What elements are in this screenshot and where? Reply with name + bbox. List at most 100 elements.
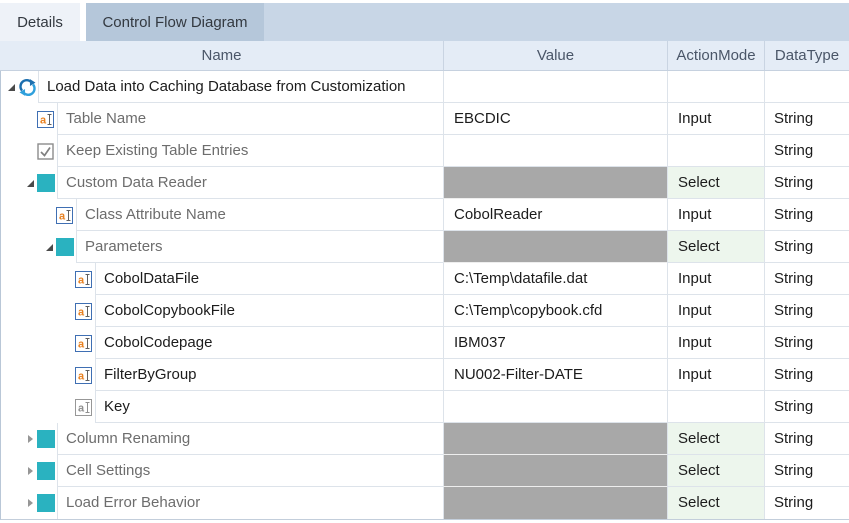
value-cell[interactable] bbox=[443, 167, 667, 199]
actionmode-cell[interactable] bbox=[667, 135, 764, 167]
value-cell[interactable]: CobolReader bbox=[443, 199, 667, 231]
indent bbox=[1, 231, 43, 263]
svg-text:a: a bbox=[78, 306, 85, 318]
table-row: a FilterByGroup NU002-Filter-DATE Input … bbox=[1, 359, 849, 391]
table-row: Load Error Behavior Select String bbox=[1, 487, 849, 519]
indent bbox=[1, 103, 24, 135]
table-row: Parameters Select String bbox=[1, 231, 849, 263]
name-cell[interactable]: a CobolCodepage bbox=[1, 327, 443, 359]
text-field-icon: a bbox=[56, 199, 76, 231]
actionmode-cell[interactable]: Input bbox=[667, 103, 764, 135]
actionmode-cell[interactable]: Input bbox=[667, 359, 764, 391]
value-cell[interactable]: EBCDIC bbox=[443, 103, 667, 135]
value-cell[interactable]: IBM037 bbox=[443, 327, 667, 359]
value-cell[interactable]: C:\Temp\datafile.dat bbox=[443, 263, 667, 295]
row-name: CobolCodepage bbox=[95, 327, 443, 359]
expander-placeholder bbox=[62, 295, 75, 327]
expander-expanded-icon[interactable] bbox=[24, 167, 37, 199]
indent bbox=[1, 359, 62, 391]
actionmode-cell[interactable]: Input bbox=[667, 327, 764, 359]
value-cell[interactable] bbox=[443, 487, 667, 519]
value-cell[interactable] bbox=[443, 455, 667, 487]
tab-label: Control Flow Diagram bbox=[102, 14, 247, 31]
svg-text:a: a bbox=[78, 338, 85, 350]
tab-details[interactable]: Details bbox=[0, 3, 80, 41]
indent bbox=[1, 135, 24, 167]
datatype-cell: String bbox=[764, 231, 849, 263]
expander-placeholder bbox=[62, 391, 75, 423]
actionmode-cell[interactable]: Select bbox=[667, 487, 764, 519]
actionmode-cell[interactable]: Select bbox=[667, 423, 764, 455]
column-header-value[interactable]: Value bbox=[443, 41, 667, 70]
svg-text:a: a bbox=[59, 210, 66, 222]
name-cell[interactable]: a Table Name bbox=[1, 103, 443, 135]
text-field-icon: a bbox=[75, 327, 95, 359]
expander-collapsed-icon[interactable] bbox=[24, 487, 37, 519]
name-cell[interactable]: a Key bbox=[1, 391, 443, 423]
expander-collapsed-icon[interactable] bbox=[24, 423, 37, 455]
name-cell[interactable]: Parameters bbox=[1, 231, 443, 263]
expander-placeholder bbox=[62, 327, 75, 359]
actionmode-cell[interactable]: Select bbox=[667, 231, 764, 263]
value-cell[interactable] bbox=[443, 135, 667, 167]
actionmode-cell[interactable]: Input bbox=[667, 263, 764, 295]
column-header-datatype[interactable]: DataType bbox=[764, 41, 849, 70]
actionmode-cell[interactable]: Select bbox=[667, 167, 764, 199]
actionmode-cell[interactable] bbox=[667, 71, 764, 103]
name-cell[interactable]: Keep Existing Table Entries bbox=[1, 135, 443, 167]
expander-expanded-icon[interactable] bbox=[5, 71, 18, 103]
datatype-cell: String bbox=[764, 167, 849, 199]
indent bbox=[1, 391, 62, 423]
expander-expanded-icon[interactable] bbox=[43, 231, 56, 263]
row-name: Keep Existing Table Entries bbox=[57, 135, 443, 167]
table-row: Cell Settings Select String bbox=[1, 455, 849, 487]
name-cell[interactable]: Load Error Behavior bbox=[1, 487, 443, 519]
name-cell[interactable]: a Class Attribute Name bbox=[1, 199, 443, 231]
actionmode-cell[interactable] bbox=[667, 391, 764, 423]
row-name: Cell Settings bbox=[57, 455, 443, 487]
column-header-actionmode[interactable]: ActionMode bbox=[667, 41, 764, 70]
svg-text:a: a bbox=[40, 114, 47, 126]
indent bbox=[1, 487, 24, 519]
refresh-icon bbox=[18, 71, 38, 103]
datatype-cell: String bbox=[764, 423, 849, 455]
table-row: a CobolDataFile C:\Temp\datafile.dat Inp… bbox=[1, 263, 849, 295]
actionmode-cell[interactable]: Select bbox=[667, 455, 764, 487]
datatype-cell: String bbox=[764, 103, 849, 135]
expander-placeholder bbox=[43, 199, 56, 231]
expander-collapsed-icon[interactable] bbox=[24, 455, 37, 487]
table-row: a Class Attribute Name CobolReader Input… bbox=[1, 199, 849, 231]
value-cell[interactable] bbox=[443, 423, 667, 455]
actionmode-cell[interactable]: Input bbox=[667, 295, 764, 327]
group-square-icon bbox=[37, 167, 57, 199]
row-name: CobolCopybookFile bbox=[95, 295, 443, 327]
name-cell[interactable]: a CobolDataFile bbox=[1, 263, 443, 295]
row-name: Class Attribute Name bbox=[76, 199, 443, 231]
group-square-icon bbox=[37, 423, 57, 455]
datatype-cell: String bbox=[764, 295, 849, 327]
column-header-name[interactable]: Name bbox=[0, 41, 443, 70]
value-cell[interactable] bbox=[443, 231, 667, 263]
name-cell[interactable]: Column Renaming bbox=[1, 423, 443, 455]
actionmode-cell[interactable]: Input bbox=[667, 199, 764, 231]
name-cell[interactable]: Custom Data Reader bbox=[1, 167, 443, 199]
expander-placeholder bbox=[24, 135, 37, 167]
value-cell[interactable]: NU002-Filter-DATE bbox=[443, 359, 667, 391]
datatype-cell: String bbox=[764, 391, 849, 423]
name-cell[interactable]: Cell Settings bbox=[1, 455, 443, 487]
table-row: a Key String bbox=[1, 391, 849, 423]
row-name: CobolDataFile bbox=[95, 263, 443, 295]
value-cell[interactable] bbox=[443, 391, 667, 423]
group-square-icon bbox=[37, 487, 57, 519]
column-header-row: Name Value ActionMode DataType bbox=[0, 41, 849, 71]
name-cell[interactable]: a FilterByGroup bbox=[1, 359, 443, 391]
value-cell[interactable] bbox=[443, 71, 667, 103]
datatype-cell: String bbox=[764, 327, 849, 359]
name-cell[interactable]: a CobolCopybookFile bbox=[1, 295, 443, 327]
checkbox-checked-icon[interactable] bbox=[37, 135, 57, 167]
value-cell[interactable]: C:\Temp\copybook.cfd bbox=[443, 295, 667, 327]
tab-control-flow-diagram[interactable]: Control Flow Diagram bbox=[86, 3, 264, 41]
row-name: Load Data into Caching Database from Cus… bbox=[38, 71, 443, 103]
name-cell[interactable]: Load Data into Caching Database from Cus… bbox=[1, 71, 443, 103]
indent bbox=[1, 455, 24, 487]
